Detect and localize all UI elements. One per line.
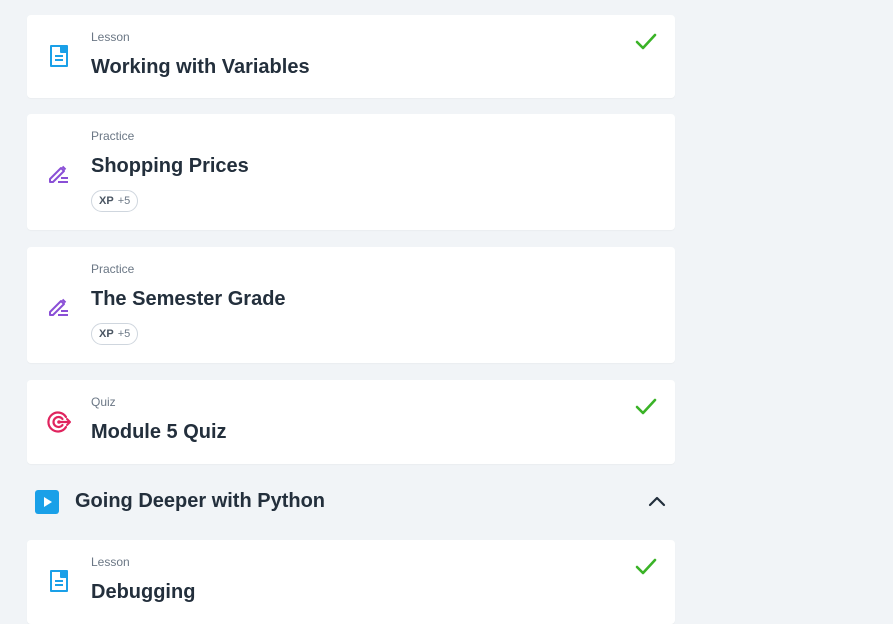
item-type-label: Practice bbox=[91, 262, 135, 276]
chevron-up-icon[interactable] bbox=[645, 490, 669, 514]
item-type-label: Practice bbox=[91, 129, 135, 143]
xp-value: +5 bbox=[117, 328, 131, 340]
item-title: Working with Variables bbox=[91, 56, 310, 78]
check-icon bbox=[635, 398, 657, 415]
check-icon bbox=[635, 33, 657, 50]
check-icon bbox=[635, 558, 657, 575]
lesson-icon bbox=[50, 45, 68, 67]
lesson-card[interactable]: Lesson Debugging bbox=[27, 540, 675, 624]
pencil-icon bbox=[49, 165, 68, 183]
target-icon bbox=[47, 411, 71, 433]
section-header[interactable]: Going Deeper with Python bbox=[27, 480, 675, 524]
pencil-icon bbox=[49, 298, 68, 316]
item-title: Shopping Prices bbox=[91, 155, 249, 177]
item-type-label: Lesson bbox=[91, 30, 130, 44]
xp-label: XP bbox=[99, 328, 114, 340]
play-icon bbox=[35, 490, 59, 514]
xp-badge: XP +5 bbox=[91, 190, 139, 212]
item-type-label: Quiz bbox=[91, 395, 116, 409]
xp-label: XP bbox=[99, 195, 114, 207]
lesson-icon bbox=[50, 570, 68, 592]
quiz-card[interactable]: Quiz Module 5 Quiz bbox=[27, 380, 675, 464]
xp-value: +5 bbox=[117, 195, 131, 207]
practice-card[interactable]: Practice Shopping Prices XP +5 bbox=[27, 114, 675, 230]
item-title: The Semester Grade bbox=[91, 288, 286, 310]
item-type-label: Lesson bbox=[91, 555, 130, 569]
xp-badge: XP +5 bbox=[91, 323, 139, 345]
play-triangle-icon bbox=[44, 497, 52, 507]
item-title: Module 5 Quiz bbox=[91, 421, 227, 443]
item-title: Debugging bbox=[91, 581, 196, 603]
practice-card[interactable]: Practice The Semester Grade XP +5 bbox=[27, 247, 675, 363]
section-title: Going Deeper with Python bbox=[75, 490, 326, 512]
lesson-card[interactable]: Lesson Working with Variables bbox=[27, 15, 675, 98]
